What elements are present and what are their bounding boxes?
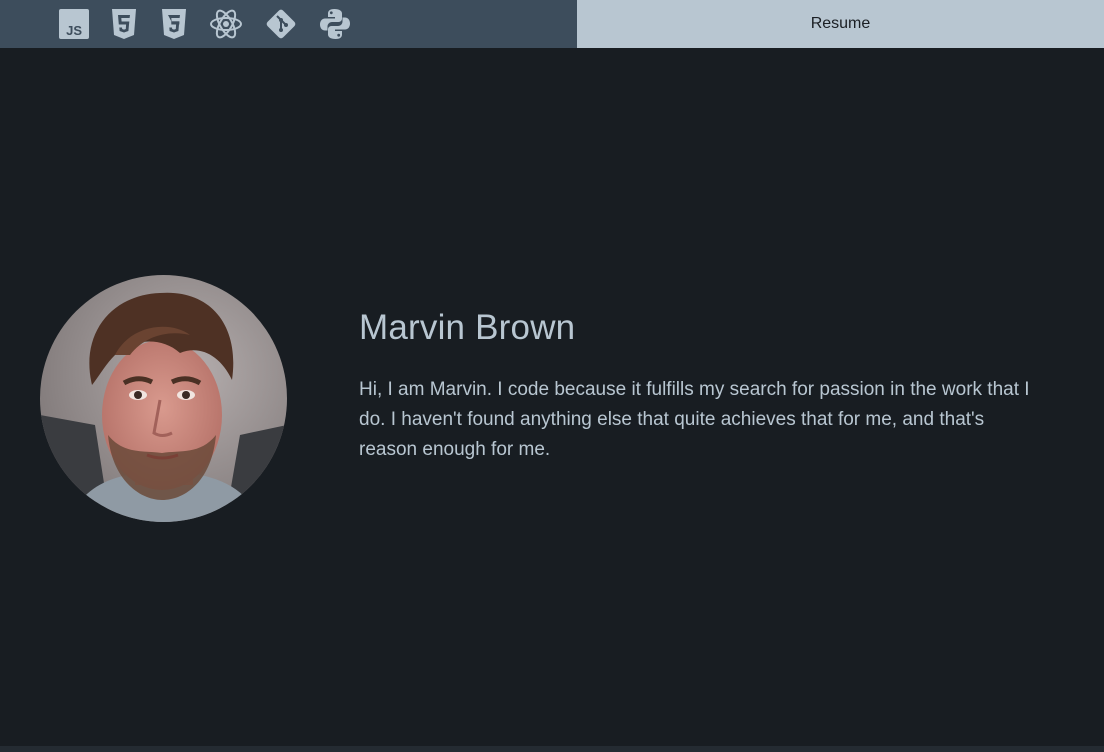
svg-text:JS: JS <box>66 23 82 38</box>
profile-bio: Hi, I am Marvin. I code because it fulfi… <box>359 379 1030 460</box>
css3-icon[interactable] <box>157 7 191 41</box>
profile-photo <box>40 275 287 522</box>
avatar <box>40 275 287 522</box>
javascript-icon[interactable]: JS <box>57 7 91 41</box>
top-navigation-bar: JS Resume <box>0 0 1104 48</box>
python-icon[interactable] <box>318 7 352 41</box>
html5-icon[interactable] <box>107 7 141 41</box>
profile-name: Marvin Brown <box>359 308 576 347</box>
react-icon[interactable] <box>209 7 243 41</box>
footer-divider <box>0 746 1104 752</box>
resume-tab[interactable]: Resume <box>577 0 1104 48</box>
git-icon[interactable] <box>264 7 298 41</box>
skills-icon-bar: JS <box>0 0 577 48</box>
resume-tab-label: Resume <box>810 15 871 32</box>
hero-section: Marvin Brown Hi, I am Marvin. I code bec… <box>0 48 1104 746</box>
